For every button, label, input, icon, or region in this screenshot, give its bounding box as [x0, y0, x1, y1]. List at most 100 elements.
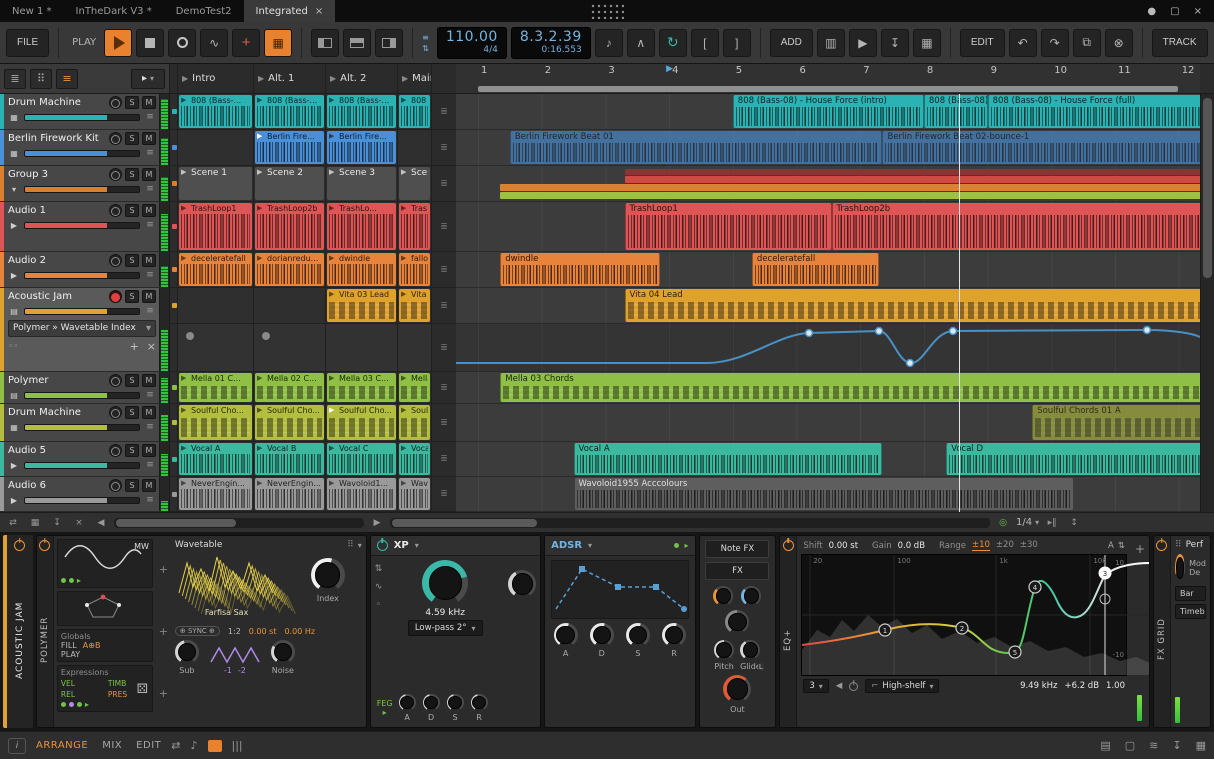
launcher-clip[interactable]: ▶ Vita 03 Lead: [327, 289, 396, 322]
sync-toggle[interactable]: ⊕ SYNC ⊕: [174, 626, 220, 636]
arranger-clip[interactable]: 808 (Bass-08): [923, 95, 988, 128]
clip-slot[interactable]: ▶ Scen: [398, 166, 432, 201]
launcher-clip[interactable]: ▶ Soulful Cho...: [179, 405, 252, 440]
clip-slot[interactable]: ▶ dwindle: [326, 252, 398, 287]
launcher-clip[interactable]: ▶ NeverEngin...: [179, 478, 252, 510]
redo-button[interactable]: ↷: [1040, 28, 1069, 57]
track-menu-icon[interactable]: ≡: [144, 422, 156, 432]
launcher-clip[interactable]: ▶ Scene 1: [179, 167, 252, 200]
solo-button[interactable]: S: [125, 132, 139, 145]
track-menu-icon[interactable]: ≡: [144, 220, 156, 230]
view-button-arrange[interactable]: ARRANGE: [36, 740, 88, 751]
wavetable-display[interactable]: Farfisa Sax: [175, 552, 305, 625]
eq-power-icon[interactable]: [782, 540, 794, 551]
device-notefx-section[interactable]: Note FX FX Pitch Glide L Out: [698, 535, 777, 728]
envelope-display[interactable]: [551, 560, 689, 619]
clip-stop-button[interactable]: ≣: [432, 94, 456, 129]
arranger-lane[interactable]: dwindle deceleratefall: [456, 252, 1200, 288]
feg-knob-s[interactable]: [446, 694, 464, 711]
band-type-selector[interactable]: ⌐ High-shelf ▾: [865, 679, 940, 693]
launcher-clip[interactable]: ▶ Wavoloid1...: [327, 478, 396, 510]
add-audio-icon-button[interactable]: ▶: [848, 28, 877, 57]
automation-slot[interactable]: [398, 324, 432, 371]
arranger-clip[interactable]: TrashLoop1: [624, 203, 832, 250]
clip-play-icon[interactable]: ▶: [181, 406, 186, 414]
arranger-clip[interactable]: 808 (Bass-08) - House Force (intro): [732, 95, 924, 128]
metronome-button[interactable]: ♪: [594, 28, 623, 57]
track-menu-icon[interactable]: ≡: [144, 495, 156, 505]
lfo-freq-value[interactable]: 0.00 Hz: [284, 627, 315, 636]
track-button[interactable]: TRACK: [1151, 28, 1208, 57]
scene-header[interactable]: ▶ Alt. 1: [254, 64, 326, 93]
mapping-panel-icon[interactable]: ≋: [1149, 739, 1158, 752]
arranger-lane[interactable]: Wavoloid1955 Acccolours: [456, 477, 1200, 512]
scrollbar-thumb[interactable]: [392, 518, 537, 527]
doc-tab[interactable]: InTheDark V3 *: [64, 0, 164, 22]
clip-slot[interactable]: ▶ 808 (Bass-...: [326, 94, 398, 129]
layout-split-button[interactable]: [343, 28, 372, 57]
polymer-device-strip[interactable]: POLYMER: [36, 536, 54, 727]
clip-slot[interactable]: ▶ TrashLoop2b: [254, 202, 326, 251]
track-header[interactable]: Berlin Firework Kit S M ▦ ≡: [0, 130, 169, 166]
add-module-button[interactable]: +: [159, 563, 168, 576]
clip-slot[interactable]: ▶ Mella 03 C...: [326, 372, 398, 403]
position-value[interactable]: 8.3.2.39: [520, 30, 582, 45]
clip-stop-button[interactable]: ≣: [432, 477, 456, 511]
band-q-value[interactable]: 1.00: [1106, 681, 1125, 691]
group-clip-strip[interactable]: [624, 176, 1200, 183]
grid-resolution-selector[interactable]: 1/4 ▾: [1016, 517, 1039, 528]
fx-tab[interactable]: FX: [705, 562, 770, 580]
launcher-clip[interactable]: ▶ 808 (Bass-...: [255, 95, 324, 128]
launcher-clip[interactable]: ▶ Mella 02 C...: [255, 373, 324, 402]
grid-icon[interactable]: ▦: [26, 516, 44, 530]
scene-header[interactable]: ▶ Alt. 2: [326, 64, 398, 93]
clip-stop-button[interactable]: ≣: [432, 288, 456, 323]
vertical-scrollbar[interactable]: [1200, 94, 1214, 512]
arranger-lane[interactable]: 808 (Bass-08) - House Force (intro) 808 (…: [456, 94, 1200, 130]
clip-slot[interactable]: ▶ deceleratefall: [178, 252, 254, 287]
follow-playhead-button[interactable]: ∧: [626, 28, 655, 57]
clip-slot[interactable]: ▶ Vita 03 Lead: [326, 288, 398, 323]
feg-knob-d[interactable]: [422, 694, 440, 711]
record-arm-button[interactable]: [109, 406, 122, 419]
remove-device-button[interactable]: ×: [147, 340, 156, 353]
play-button[interactable]: [104, 28, 133, 57]
band-count-selector[interactable]: 3 ▾: [803, 679, 829, 693]
arranger-lane[interactable]: Berlin Firework Beat 01 Berlin Firework B…: [456, 130, 1200, 166]
automation-lane[interactable]: [456, 324, 1200, 372]
automation-slot[interactable]: [178, 324, 254, 371]
clip-stop-button[interactable]: ≣: [432, 202, 456, 251]
arranger-clip[interactable]: Mella 03 Chords: [500, 373, 1200, 402]
clip-play-icon[interactable]: ▶: [257, 479, 262, 487]
fill-toggle[interactable]: FILL: [61, 641, 77, 650]
snap-icon[interactable]: ⇄: [171, 739, 180, 752]
volume-fader[interactable]: [24, 221, 140, 229]
record-arm-button[interactable]: [109, 479, 122, 492]
oscillator-display[interactable]: MW ▸: [56, 539, 153, 588]
clip-play-icon[interactable]: ▶: [329, 479, 334, 487]
group-clip-strip[interactable]: [500, 184, 1200, 191]
prev-band-icon[interactable]: ◀: [836, 681, 843, 691]
fx-grid-module[interactable]: Bar: [1174, 586, 1206, 601]
clip-slot[interactable]: ▶ TrashLo...: [326, 202, 398, 251]
tempo-value[interactable]: 110.00: [446, 30, 498, 45]
record-arm-button[interactable]: [109, 290, 122, 303]
device-fx-grid[interactable]: FX GRID ⠿Perf Mod De Bar Timebas: [1152, 535, 1211, 728]
clip-play-icon[interactable]: ▶: [329, 444, 334, 452]
mute-button[interactable]: M: [142, 254, 156, 267]
clip-play-icon[interactable]: ▶: [257, 204, 262, 212]
scene-play-icon[interactable]: ▶: [258, 74, 264, 83]
launcher-clip[interactable]: ▶ TrashLoop2b: [255, 203, 324, 250]
launcher-clip[interactable]: ▶ Vocal B: [255, 443, 324, 475]
band-freq-value[interactable]: 9.49 kHz: [1020, 681, 1057, 691]
arranger-clip[interactable]: Vocal A: [573, 443, 883, 475]
resonance-knob[interactable]: [508, 570, 537, 598]
clip-play-icon[interactable]: ▶: [401, 204, 406, 212]
wavetable-menu-icon[interactable]: ⠿: [347, 540, 354, 550]
lfo-shape-display[interactable]: -1 -2: [209, 644, 261, 675]
doc-tab[interactable]: DemoTest2: [164, 0, 244, 22]
solo-button[interactable]: S: [125, 290, 139, 303]
clip-launcher-toggle-icon[interactable]: [207, 739, 222, 752]
scene-header[interactable]: ▶ Main: [398, 64, 432, 93]
clip-slot[interactable]: ▶ Scene 2: [254, 166, 326, 201]
